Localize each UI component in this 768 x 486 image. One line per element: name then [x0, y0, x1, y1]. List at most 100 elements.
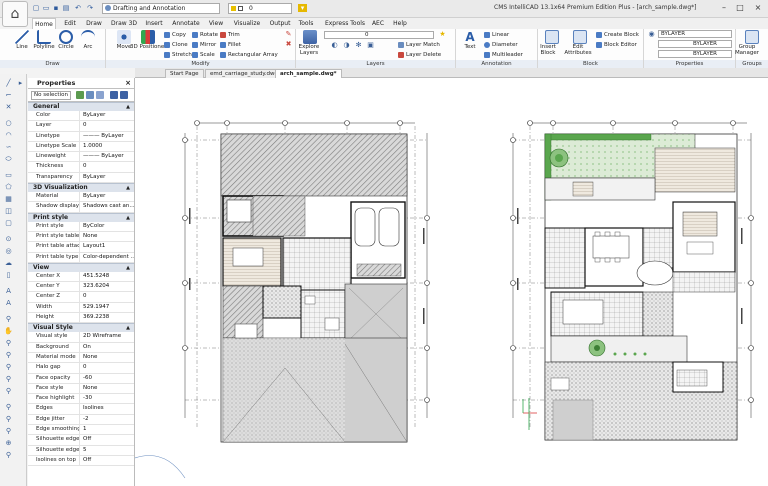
group-manager-button[interactable]: Group Manager — [735, 30, 762, 56]
redraw-icon[interactable]: ⚲ — [4, 452, 13, 459]
layer-freeze-icon[interactable]: ✻ — [354, 42, 363, 49]
edit-attributes-button[interactable]: Edit Attributes — [564, 30, 592, 56]
donut-tool-icon[interactable]: ◎ — [4, 248, 13, 255]
application-menu-button[interactable]: ⌂ — [2, 1, 28, 27]
layer-state-icon[interactable]: ▾ — [298, 4, 307, 12]
property-row[interactable]: Linetype Scale 1.0000 — [28, 141, 134, 153]
select-objects-icon[interactable] — [86, 91, 94, 99]
property-value[interactable]: ——— ByLayer — [80, 152, 134, 161]
multileader-button[interactable]: Multileader — [484, 51, 523, 59]
property-row[interactable]: Print style ByColor — [28, 221, 134, 232]
property-value[interactable]: 5 — [80, 446, 134, 455]
polyline-tool-icon[interactable]: ⌐ — [4, 92, 13, 99]
section-3d-visualization[interactable]: 3D Visualization ▲ — [28, 183, 134, 193]
line-tool-icon[interactable]: ╱ — [4, 80, 13, 87]
close-icon[interactable]: × — [752, 2, 764, 13]
property-row[interactable]: Center X 451.5248 — [28, 271, 134, 283]
property-row[interactable]: Face style None — [28, 383, 134, 395]
tab-aec[interactable]: AEC — [370, 18, 386, 29]
property-value[interactable]: ByLayer — [80, 173, 134, 182]
point-tool-icon[interactable]: ⊙ — [4, 236, 13, 243]
zoom-out-icon[interactable]: ⚲ — [4, 388, 13, 395]
create-block-button[interactable]: Create Block — [596, 31, 639, 39]
save-icon[interactable]: ▪ — [52, 4, 60, 12]
property-value[interactable]: 1 — [80, 425, 134, 434]
property-value[interactable]: ByColor — [80, 222, 134, 231]
property-value[interactable]: -60 — [80, 374, 134, 383]
collapse-arrow-icon[interactable]: ▲ — [126, 324, 130, 332]
property-row[interactable]: Material mode None — [28, 352, 134, 364]
tab-insert[interactable]: Insert — [143, 18, 165, 29]
explore-layers-button[interactable]: Explore Layers — [299, 30, 320, 56]
match-properties-icon[interactable]: ◉ — [647, 31, 656, 38]
copy-button[interactable]: Copy — [164, 31, 186, 39]
property-value[interactable]: On — [80, 343, 134, 352]
clone-button[interactable]: Clone — [164, 41, 188, 49]
property-value[interactable]: 0 — [80, 292, 134, 301]
property-row[interactable]: Width 529.1947 — [28, 302, 134, 314]
hatch-tool-icon[interactable]: ▦ — [4, 196, 13, 203]
property-row[interactable]: Print style table None — [28, 231, 134, 243]
zoom-scale-icon[interactable]: ⚲ — [4, 416, 13, 423]
close-icon[interactable]: × — [125, 78, 131, 89]
section-visual-style[interactable]: Visual Style ▲ — [28, 323, 134, 333]
property-row[interactable]: Edge smoothing 1 — [28, 425, 134, 436]
property-value[interactable]: None — [80, 232, 134, 241]
tab-visualize[interactable]: Visualize — [232, 18, 262, 29]
tab-express-tools[interactable]: Express Tools — [324, 18, 366, 29]
pan-tool-icon[interactable]: ✋ — [4, 328, 13, 335]
zoom-realtime-icon[interactable]: ⚲ — [4, 316, 13, 323]
property-value[interactable]: 451.5248 — [80, 272, 134, 281]
color-dropdown[interactable]: BYLAYER — [658, 30, 732, 38]
text-tool-icon[interactable]: A — [4, 288, 13, 295]
property-value[interactable]: Isolines — [80, 404, 134, 413]
rotate-button[interactable]: Rotate — [192, 31, 218, 39]
tab-annotate[interactable]: Annotate — [170, 18, 202, 29]
zoom-previous-icon[interactable]: ⚲ — [4, 352, 13, 359]
property-value[interactable]: 369.2238 — [80, 313, 134, 322]
property-value[interactable]: Off — [80, 456, 134, 465]
property-value[interactable]: None — [80, 353, 134, 362]
property-value[interactable]: None — [80, 384, 134, 393]
property-row[interactable]: Edge jitter -2 — [28, 414, 134, 426]
text-button[interactable]: A Text — [460, 30, 480, 51]
section-general[interactable]: General ▲ — [28, 102, 134, 111]
scale-button[interactable]: Scale — [192, 51, 215, 59]
property-row[interactable]: Halo gap 0 — [28, 363, 134, 374]
layer-off-icon[interactable]: ◐ — [330, 42, 339, 49]
property-row[interactable]: Face opacity -60 — [28, 373, 134, 384]
property-value[interactable]: 2D Wireframe — [80, 332, 134, 341]
section-print-style[interactable]: Print style ▲ — [28, 212, 134, 222]
mirror-button[interactable]: Mirror — [192, 41, 216, 49]
open-file-icon[interactable]: ▭ — [42, 4, 50, 12]
property-row[interactable]: Layer 0 — [28, 121, 134, 132]
property-value[interactable]: 1.0000 — [80, 142, 134, 151]
property-value[interactable]: ByLayer — [80, 192, 134, 201]
property-row[interactable]: Lineweight ——— ByLayer — [28, 152, 134, 163]
tab-draw[interactable]: Draw — [84, 18, 104, 29]
property-row[interactable]: Material ByLayer — [28, 192, 134, 203]
zoom-window-icon[interactable]: ⚲ — [4, 340, 13, 347]
property-value[interactable]: ——— ByLayer — [80, 132, 134, 141]
tab-home[interactable]: Home — [32, 18, 56, 29]
property-value[interactable]: Off — [80, 435, 134, 444]
property-value[interactable]: 323.6204 — [80, 282, 134, 291]
arc-button[interactable]: Arc — [78, 30, 98, 51]
linear-dimension-button[interactable]: Linear — [484, 31, 509, 39]
3d-positioner-button[interactable]: 3D Positioner — [130, 30, 167, 51]
pickadd-icon[interactable] — [96, 91, 104, 99]
property-row[interactable]: Visual style 2D Wireframe — [28, 332, 134, 343]
property-row[interactable]: Shadow display Shadows cast an... — [28, 202, 134, 213]
tab-view[interactable]: View — [207, 18, 225, 29]
linetype-dropdown[interactable]: BYLAYER — [658, 40, 732, 48]
spline-tool-icon[interactable]: ∽ — [4, 144, 13, 151]
zoom-all-icon[interactable]: ⚲ — [4, 404, 13, 411]
workspace-selector[interactable]: Drafting and Annotation — [102, 3, 220, 14]
minimize-icon[interactable]: – — [718, 2, 730, 13]
properties-toggle-icon[interactable]: ▸ — [16, 80, 25, 87]
circle-tool-icon[interactable]: ○ — [4, 120, 13, 127]
property-value[interactable]: 0 — [80, 363, 134, 372]
block-editor-button[interactable]: Block Editor — [596, 41, 637, 49]
ellipse-tool-icon[interactable]: ⬭ — [4, 156, 13, 163]
property-row[interactable]: Transparency ByLayer — [28, 172, 134, 184]
